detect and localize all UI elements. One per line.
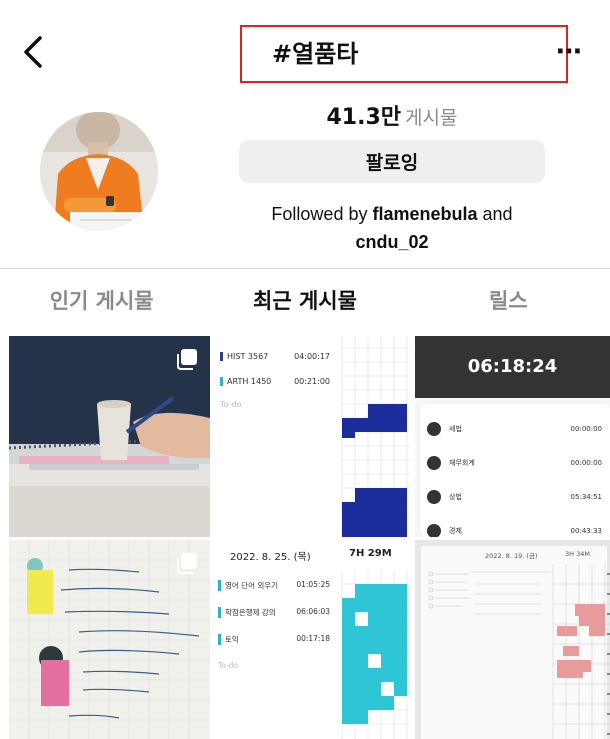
subject-name: 세법 xyxy=(449,425,462,433)
followed-by-user-1[interactable]: flamenebula xyxy=(372,204,477,224)
subject-name: 상법 xyxy=(449,493,462,501)
hashtag-avatar xyxy=(40,112,158,230)
subject-name: HIST 3567 xyxy=(220,352,268,361)
post-thumbnail[interactable]: HIST 3567 04:00:17 ARTH 1450 00:21:00 To-d… xyxy=(212,336,411,537)
subject-time: 00:17:18 xyxy=(296,634,330,643)
subject-name: ARTH 1450 xyxy=(220,377,271,386)
post-thumbnail[interactable]: 06:18:24 세법 00:00:00 재무회계 00:00:00 상법 05:34… xyxy=(415,336,610,537)
subject-name: 재무회계 xyxy=(449,459,475,467)
post-tabs: 인기 게시물 최근 게시물 릴스 xyxy=(0,270,610,334)
post-thumbnail[interactable] xyxy=(9,336,210,537)
post-grid: HIST 3567 04:00:17 ARTH 1450 00:21:00 To-d… xyxy=(9,336,610,739)
subject-name: 영어 단어 외우기 xyxy=(218,580,278,591)
hashtag-title: #열품타 xyxy=(272,40,359,68)
multi-image-icon xyxy=(177,553,197,574)
followed-by-joiner: and xyxy=(477,204,513,224)
subject-time: 00:21:00 xyxy=(294,377,330,386)
more-options-icon[interactable]: ⋯ xyxy=(556,36,583,67)
followed-by-user-2[interactable]: cndu_02 xyxy=(355,232,428,252)
tab-reels[interactable]: 릴스 xyxy=(407,270,610,334)
subject-time: 01:05:25 xyxy=(296,580,330,589)
followed-by-text: Followed by flamenebula and cndu_02 xyxy=(240,200,544,256)
post-thumbnail[interactable] xyxy=(9,540,210,739)
subject-name: 학점은행제 강의 xyxy=(218,607,276,618)
todo-label: To-do xyxy=(218,661,239,670)
tab-recent-posts[interactable]: 최근 게시물 xyxy=(203,270,406,334)
subject-name: 토익 xyxy=(218,634,239,645)
subject-time: 05:34:51 xyxy=(570,493,602,501)
timer-display: 06:18:24 xyxy=(467,356,558,377)
subject-time: 00:00:00 xyxy=(570,459,602,467)
study-heatmap xyxy=(332,570,411,739)
post-date: 2022. 8. 25. (목) xyxy=(230,552,311,563)
post-total-time: 7H 29M xyxy=(349,548,392,559)
post-count-label: 게시물 xyxy=(405,107,458,129)
followed-by-prefix: Followed by xyxy=(271,204,373,224)
todo-label: To-do xyxy=(220,400,242,409)
subject-time: 00:43:33 xyxy=(570,527,602,535)
planner-checklist xyxy=(428,571,471,609)
post-count: 41.3만 게시물 xyxy=(240,99,544,131)
header: #열품타 ⋯ xyxy=(0,0,610,100)
multi-image-icon xyxy=(177,349,197,370)
subject-time: 06:06:03 xyxy=(296,607,330,616)
divider xyxy=(0,268,610,269)
planner-heatmap xyxy=(471,564,610,739)
post-date: 2022. 8. 19. (금) xyxy=(485,552,538,560)
post-thumbnail[interactable]: 2022. 8. 25. (목) 7H 29M 영어 단어 외우기 01:05:2… xyxy=(212,540,411,739)
following-button[interactable]: 팔로잉 xyxy=(239,140,545,183)
post-total-time: 3H 34M xyxy=(565,550,590,558)
study-heatmap xyxy=(332,336,411,537)
subject-name: 경제 xyxy=(449,527,462,535)
post-count-number: 41.3만 xyxy=(326,105,402,130)
back-arrow-icon[interactable] xyxy=(18,34,48,70)
subject-time: 00:00:00 xyxy=(570,425,602,433)
tab-top-posts[interactable]: 인기 게시물 xyxy=(0,270,203,334)
post-thumbnail[interactable]: 2022. 8. 19. (금) 3H 34M xyxy=(415,540,610,739)
subject-time: 04:00:17 xyxy=(294,352,330,361)
